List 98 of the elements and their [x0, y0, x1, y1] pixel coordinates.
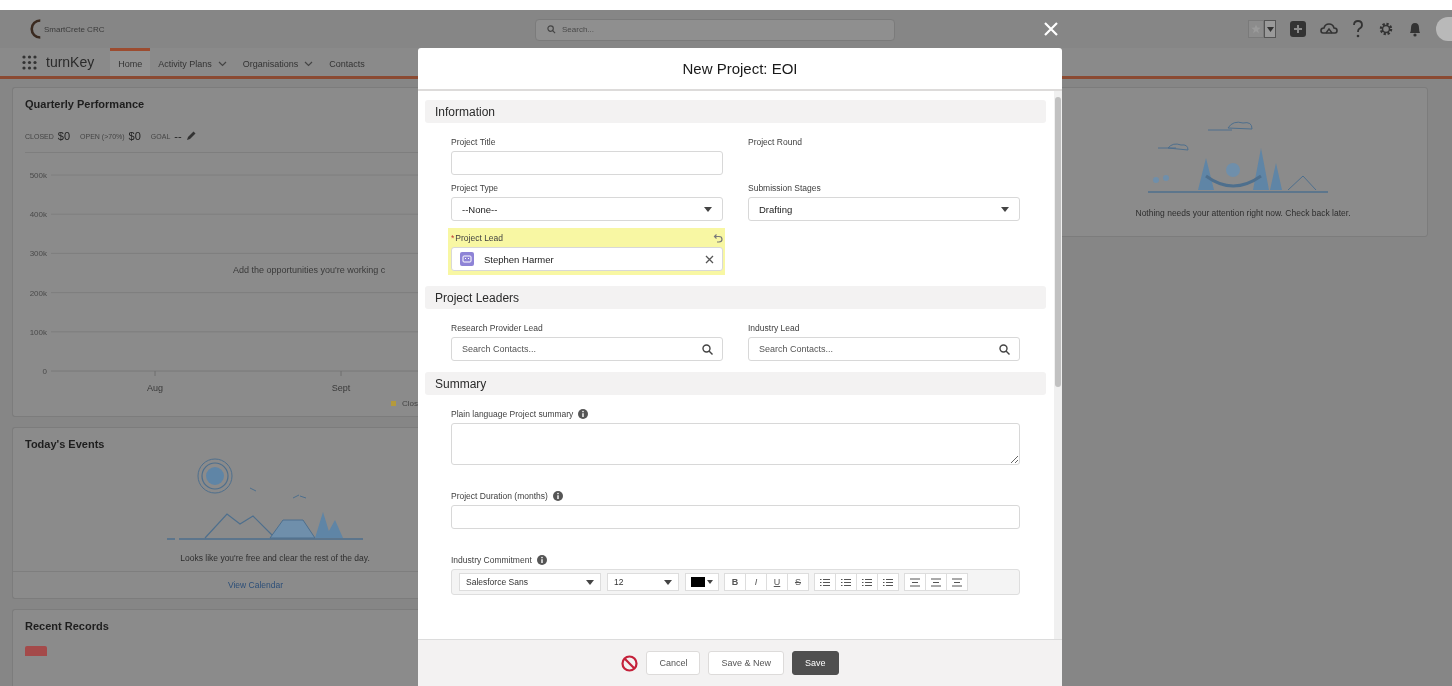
scrollbar-thumb[interactable] — [1055, 97, 1061, 387]
align-button[interactable] — [904, 573, 926, 591]
caret-icon — [704, 206, 712, 212]
chevron-down-icon[interactable] — [304, 60, 314, 67]
select-field[interactable]: Drafting — [748, 197, 1020, 221]
footer-button[interactable]: Cancel — [646, 651, 701, 675]
plus-icon[interactable] — [1290, 21, 1306, 37]
field-label: Industry Commitment — [451, 555, 532, 565]
clear-icon[interactable] — [705, 254, 714, 264]
help-icon[interactable] — [1352, 20, 1364, 38]
card-title: Quarterly Performance — [25, 98, 146, 110]
select-value: Drafting — [759, 203, 794, 215]
list-button[interactable] — [814, 573, 836, 591]
list-button[interactable] — [835, 573, 857, 591]
x-tick-label: Aug — [147, 383, 163, 393]
caret-icon — [707, 580, 713, 584]
field-label: Project Lead — [455, 233, 504, 243]
align-icon — [952, 577, 962, 587]
font-select[interactable]: Salesforce Sans — [459, 573, 601, 591]
format-button[interactable]: S — [787, 573, 809, 591]
metric-value: $0 — [128, 130, 141, 142]
cloud-icon[interactable] — [1320, 21, 1338, 37]
list-button[interactable] — [856, 573, 878, 591]
metric-value: -- — [174, 130, 182, 142]
text-color-button[interactable] — [685, 573, 719, 591]
footer-button[interactable]: Save & New — [708, 651, 784, 675]
caret-icon — [664, 579, 672, 585]
undo-icon[interactable] — [713, 233, 723, 243]
pencil-icon[interactable] — [185, 131, 196, 141]
legend-swatch — [391, 401, 396, 406]
search-icon — [702, 344, 713, 355]
favorites-menu-button[interactable] — [1264, 20, 1276, 38]
section-title: Information — [435, 104, 496, 119]
lookup-value: Stephen Harmer — [484, 253, 555, 265]
y-tick-label: 400k — [29, 210, 47, 220]
nav-tab[interactable]: Organisations — [234, 48, 322, 76]
nav-tab[interactable]: Home — [110, 48, 151, 76]
field-label: Project Round — [748, 137, 802, 147]
settings-icon[interactable] — [1378, 21, 1394, 37]
metric-value: $0 — [57, 130, 71, 142]
assistant-message: Nothing needs your attention right now. Check back later. — [1135, 208, 1351, 218]
list-icon — [841, 577, 851, 587]
logo-text: SmartCrete CRC — [44, 24, 105, 34]
list-icon — [820, 577, 830, 587]
nav-tab[interactable]: Contacts — [321, 48, 373, 76]
align-icon — [910, 577, 920, 587]
field-label: Project Type — [451, 183, 499, 193]
empty-chart-message: Add the opportunities you're working c — [233, 265, 386, 275]
align-button[interactable] — [925, 573, 947, 591]
caret-icon — [1266, 26, 1274, 32]
caret-icon — [1001, 206, 1009, 212]
logo-arc-icon — [30, 18, 42, 40]
field-label: Plain language Project summary — [451, 409, 574, 419]
required-mark: * — [451, 233, 455, 243]
field-label: Project Title — [451, 137, 496, 147]
avatar[interactable] — [1436, 17, 1452, 41]
align-button[interactable] — [946, 573, 968, 591]
info-icon[interactable] — [578, 409, 589, 419]
select-value: --None-- — [462, 203, 499, 215]
search-icon — [547, 25, 556, 34]
text-field[interactable] — [451, 505, 1020, 529]
nav-tab[interactable]: Activity Plans — [150, 48, 235, 76]
record-icon — [25, 646, 47, 656]
search-icon — [999, 344, 1010, 355]
list-icon — [883, 577, 893, 587]
app-name: turnKey — [46, 54, 95, 70]
search-field[interactable]: Search... — [535, 18, 895, 41]
field-label: Research Provider Lead — [451, 323, 543, 333]
field-label: Industry Lead — [748, 323, 800, 333]
format-button[interactable]: I — [745, 573, 767, 591]
section-title: Project Leaders — [435, 290, 520, 305]
field-label: Submission Stages — [748, 183, 821, 193]
text-field[interactable] — [451, 151, 723, 175]
info-icon[interactable] — [552, 491, 563, 501]
contact-icon — [460, 252, 474, 266]
caret-icon — [586, 579, 594, 585]
lookup-field[interactable]: Stephen Harmer — [451, 247, 723, 271]
section-title: Summary — [435, 376, 487, 391]
select-field[interactable]: --None-- — [451, 197, 723, 221]
list-button[interactable] — [877, 573, 899, 591]
info-icon[interactable] — [536, 555, 547, 565]
bell-icon[interactable] — [1408, 21, 1422, 37]
format-button[interactable]: U — [766, 573, 788, 591]
modal-title: New Project: EOI — [682, 60, 798, 77]
card-title: Today's Events — [25, 438, 106, 450]
align-icon — [931, 577, 941, 587]
ban-icon — [621, 654, 639, 672]
format-button[interactable]: B — [724, 573, 746, 591]
events-message: Looks like you're free and clear the rest of the day. — [179, 553, 371, 563]
app-launcher-icon[interactable] — [22, 54, 37, 70]
save-button[interactable]: Save — [792, 651, 839, 675]
x-tick-label: Sept — [331, 383, 351, 393]
field-label: Project Duration (months) — [451, 491, 548, 501]
font-size-select[interactable]: 12 — [607, 573, 679, 591]
chevron-down-icon[interactable] — [217, 60, 227, 67]
card-title: Recent Records — [25, 620, 110, 632]
list-icon — [862, 577, 872, 587]
close-icon[interactable] — [1044, 22, 1058, 36]
